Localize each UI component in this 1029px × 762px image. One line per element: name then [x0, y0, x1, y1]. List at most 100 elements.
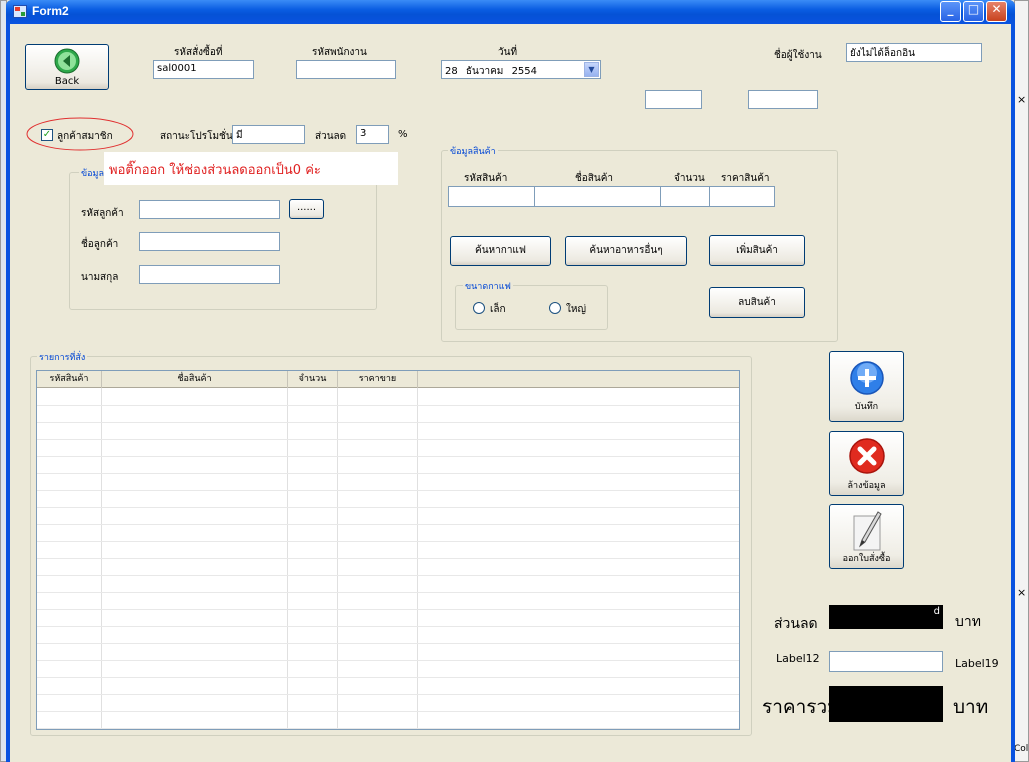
- date-picker[interactable]: 28 ธันวาคม 2554 ▼: [441, 60, 601, 79]
- grid-row-line: [37, 456, 739, 457]
- receipt-button-label: ออกใบสั่งซื้อ: [842, 554, 891, 564]
- orders-grid[interactable]: รหัสสินค้า ชื่อสินค้า จำนวน ราคาขาย: [36, 370, 740, 730]
- label19: Label19: [955, 657, 999, 670]
- percent-sign: %: [398, 129, 408, 140]
- grid-row-line: [37, 405, 739, 406]
- product-group-title: ข้อมูลสินค้า: [448, 144, 498, 158]
- product-price-field[interactable]: [709, 186, 775, 207]
- product-qty-col-label: จำนวน: [674, 173, 705, 184]
- close-icon[interactable]: ✕: [986, 1, 1007, 22]
- baht-label-2: บาท: [953, 696, 989, 718]
- label12: Label12: [776, 652, 820, 665]
- order-id-label: รหัสสั่งซื้อที่: [174, 47, 223, 58]
- product-qty-field[interactable]: [660, 186, 710, 207]
- receipt-button[interactable]: ออกใบสั่งซื้อ: [829, 504, 904, 569]
- orders-grid-header: รหัสสินค้า ชื่อสินค้า จำนวน ราคาขาย: [37, 371, 739, 388]
- grid-row-line: [37, 524, 739, 525]
- grid-row-line: [37, 643, 739, 644]
- grid-row-line: [37, 558, 739, 559]
- date-month: ธันวาคม: [465, 66, 504, 77]
- employee-id-field[interactable]: [296, 60, 396, 79]
- background-close-icon: ×: [1017, 586, 1027, 599]
- product-name-col-label: ชื่อสินค้า: [575, 173, 614, 184]
- annotation-note-text: พอติ๊กออก ให้ช่องส่วนลดออกเป็น0 ค่ะ: [109, 163, 321, 178]
- background-window-right: [1014, 0, 1029, 762]
- add-product-button[interactable]: เพิ่มสินค้า: [709, 235, 805, 266]
- grid-row-line: [37, 626, 739, 627]
- customer-surname-field[interactable]: [139, 265, 280, 284]
- background-close-icon: ×: [1017, 93, 1027, 106]
- search-food-button[interactable]: ค้นหาอาหารอื่นๆ: [565, 236, 687, 266]
- promo-status-field[interactable]: มี: [232, 125, 305, 144]
- grid-row-line: [37, 541, 739, 542]
- orders-group-title: รายการที่สั่ง: [37, 350, 88, 364]
- discount-percent-field[interactable]: 3: [356, 125, 389, 144]
- customer-surname-label: นามสกุล: [81, 272, 119, 283]
- grid-row-line: [37, 422, 739, 423]
- order-id-field[interactable]: sal0001: [153, 60, 254, 79]
- grid-row-line: [37, 694, 739, 695]
- username-field[interactable]: ยังไม่ได้ล็อกอิน: [846, 43, 982, 62]
- grid-row-line: [37, 592, 739, 593]
- grid-row-line: [37, 660, 739, 661]
- remove-product-button[interactable]: ลบสินค้า: [709, 287, 805, 318]
- save-button-label: บันทึก: [854, 402, 879, 412]
- date-year: 2554: [511, 66, 538, 77]
- customer-name-field[interactable]: [139, 232, 280, 251]
- discount-percent-label: ส่วนลด: [315, 131, 347, 142]
- baht-label-1: บาท: [955, 614, 981, 630]
- size-small-radio[interactable]: [473, 302, 485, 314]
- clear-button[interactable]: ล้างข้อมูล: [829, 431, 904, 496]
- date-day: 28: [445, 66, 458, 77]
- total-discount-label: ส่วนลด: [774, 616, 818, 632]
- col-header-price[interactable]: ราคาขาย: [338, 371, 418, 388]
- minimize-icon[interactable]: _: [940, 1, 961, 22]
- col-header-product-name[interactable]: ชื่อสินค้า: [102, 371, 288, 388]
- product-id-col-label: รหัสสินค้า: [464, 173, 508, 184]
- customer-id-label: รหัสลูกค้า: [81, 208, 124, 219]
- grid-row-line: [37, 575, 739, 576]
- pencil-paper-icon: [853, 511, 882, 551]
- blank-field-2[interactable]: [748, 90, 818, 109]
- background-col-text: Col: [1014, 744, 1029, 754]
- grid-row-line: [37, 490, 739, 491]
- grid-row-line: [37, 728, 739, 729]
- label12-field[interactable]: [829, 651, 943, 672]
- size-large-radio[interactable]: [549, 302, 561, 314]
- save-button[interactable]: บันทึก: [829, 351, 904, 422]
- product-name-field[interactable]: [534, 186, 661, 207]
- size-small-label[interactable]: เล็ก: [490, 302, 506, 317]
- grid-row-line: [37, 711, 739, 712]
- back-arrow-icon: [54, 48, 80, 74]
- customer-id-field[interactable]: [139, 200, 280, 219]
- promo-status-label: สถานะโปรโมชั่น: [160, 131, 233, 142]
- grand-total-label: ราคารวม: [762, 696, 840, 718]
- grid-row-line: [37, 473, 739, 474]
- grid-row-line: [37, 677, 739, 678]
- employee-id-label: รหัสพนักงาน: [312, 47, 367, 58]
- clear-button-label: ล้างข้อมูล: [847, 481, 886, 491]
- browse-customer-button[interactable]: ......: [289, 199, 324, 219]
- grand-total-value: [829, 686, 943, 722]
- back-button[interactable]: Back: [25, 44, 109, 90]
- username-label: ชื่อผู้ใช้งาน: [774, 50, 822, 61]
- grid-row-line: [37, 439, 739, 440]
- member-checkbox-label[interactable]: ลูกค้าสมาชิก: [57, 129, 113, 144]
- dropdown-arrow-icon[interactable]: ▼: [584, 62, 599, 77]
- col-header-qty[interactable]: จำนวน: [288, 371, 338, 388]
- app-icon: [13, 5, 27, 18]
- x-circle-icon: [849, 438, 885, 474]
- grid-row-line: [37, 507, 739, 508]
- grid-row-line: [37, 609, 739, 610]
- blank-field-1[interactable]: [645, 90, 702, 109]
- product-id-field[interactable]: [448, 186, 535, 207]
- total-discount-value-text: d: [933, 606, 940, 617]
- member-checkbox[interactable]: ✓: [41, 129, 53, 141]
- search-coffee-button[interactable]: ค้นหากาแฟ: [450, 236, 551, 266]
- maximize-icon[interactable]: □: [963, 1, 984, 22]
- coffee-size-group-title: ขนาดกาแฟ: [463, 279, 513, 293]
- size-large-label[interactable]: ใหญ่: [566, 302, 586, 317]
- product-price-col-label: ราคาสินค้า: [721, 173, 770, 184]
- col-header-product-id[interactable]: รหัสสินค้า: [37, 371, 102, 388]
- title-bar[interactable]: Form2 _ □ ✕: [6, 0, 1015, 24]
